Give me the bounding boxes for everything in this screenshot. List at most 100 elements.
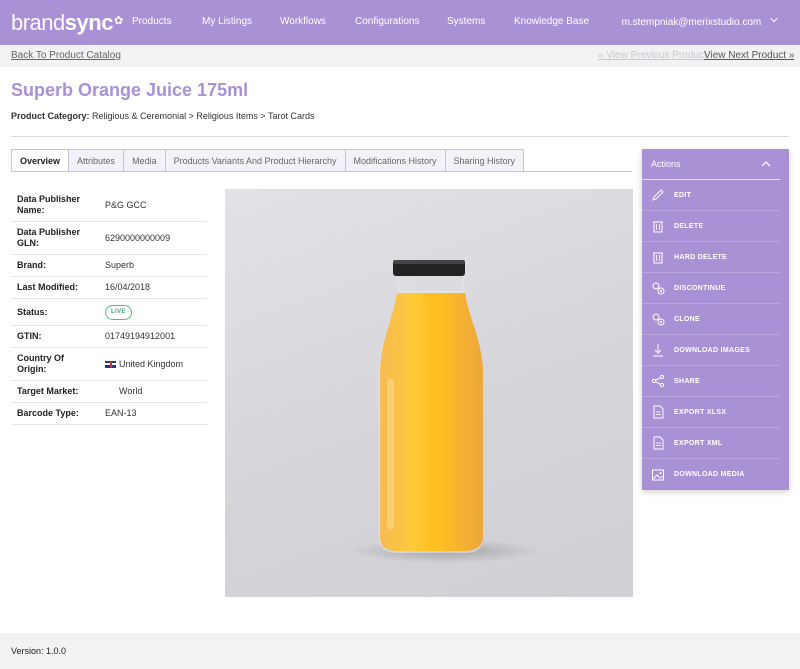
- tabs-baseline: [11, 171, 632, 172]
- uk-flag-icon: [105, 360, 116, 368]
- logo-text-brand: brand: [11, 10, 65, 35]
- product-details-table: Data Publisher Name: P&G GCC Data Publis…: [11, 189, 207, 425]
- detail-label: Data Publisher GLN:: [17, 227, 81, 248]
- brandsync-logo[interactable]: brand sync ✿: [11, 10, 123, 36]
- detail-value: United Kingdom: [100, 348, 207, 380]
- next-product-link[interactable]: View Next Product »: [704, 50, 794, 61]
- logo-cog-icon: ✿: [113, 14, 123, 27]
- tab-modifications-history[interactable]: Modifications History: [345, 149, 446, 172]
- discontinue-icon: [652, 282, 665, 295]
- table-row: Data Publisher Name: P&G GCC: [11, 189, 207, 222]
- product-navigation-bar: Back To Product Catalog « View Previous …: [0, 45, 800, 67]
- table-row: Status: LIVE: [11, 299, 207, 326]
- trash-icon: [653, 252, 663, 264]
- actions-panel: Actions EDIT DELETE HARD DELETE DISCONTI…: [642, 149, 789, 490]
- clone-action[interactable]: CLONE: [642, 304, 780, 335]
- tab-attributes[interactable]: Attributes: [69, 149, 125, 172]
- table-row: Country Of Origin: United Kingdom: [11, 348, 207, 381]
- download-images-action[interactable]: DOWNLOAD IMAGES: [642, 335, 780, 366]
- actions-header[interactable]: Actions: [642, 149, 780, 180]
- detail-value: 16/04/2018: [105, 282, 151, 292]
- image-icon: [652, 469, 664, 480]
- detail-value: LIVE: [100, 299, 207, 325]
- download-icon: [653, 344, 663, 357]
- table-row: Target Market: World: [11, 381, 207, 403]
- chevron-up-icon: [761, 161, 771, 167]
- tab-sharing-history[interactable]: Sharing History: [445, 149, 525, 172]
- logo-text-sync: sync: [64, 10, 114, 35]
- share-action[interactable]: SHARE: [642, 366, 780, 397]
- tab-media[interactable]: Media: [124, 149, 166, 172]
- action-label: DELETE: [674, 222, 704, 230]
- back-to-catalog-link[interactable]: Back To Product Catalog: [11, 50, 121, 61]
- tab-product-variants[interactable]: Products Variants And Product Hierarchy: [165, 149, 346, 172]
- action-label: CLONE: [674, 315, 700, 323]
- action-label: EXPORT XML: [674, 439, 723, 447]
- status-badge: LIVE: [105, 304, 132, 320]
- download-media-action[interactable]: DOWNLOAD MEDIA: [642, 459, 780, 490]
- detail-value: World: [119, 386, 143, 396]
- export-xlsx-action[interactable]: EXPORT XLSX: [642, 397, 780, 428]
- detail-label: Status:: [17, 306, 48, 317]
- product-category-path: Religious & Ceremonial > Religious Items…: [92, 111, 315, 121]
- pencil-icon: [652, 189, 664, 201]
- version-text: Version: 1.0.0: [11, 646, 67, 656]
- action-label: DISCONTINUE: [674, 284, 726, 292]
- detail-label: Last Modified:: [17, 282, 78, 292]
- detail-label: GTIN:: [17, 331, 42, 341]
- detail-label: Brand:: [17, 260, 46, 270]
- nav-my-listings[interactable]: My Listings: [202, 16, 252, 27]
- trash-icon: [653, 221, 663, 233]
- detail-value: 6290000000009: [105, 232, 171, 243]
- actions-title: Actions: [651, 159, 681, 169]
- table-row: Last Modified: 16/04/2018: [11, 277, 207, 299]
- file-icon: [653, 436, 664, 450]
- product-category: Product Category: Religious & Ceremonial…: [11, 111, 314, 121]
- table-row: Brand: Superb: [11, 255, 207, 277]
- delete-action[interactable]: DELETE: [642, 211, 780, 242]
- nav-workflows[interactable]: Workflows: [280, 16, 326, 27]
- previous-product-link[interactable]: « View Previous Product: [598, 50, 707, 61]
- product-category-label: Product Category:: [11, 111, 90, 121]
- nav-knowledge-base[interactable]: Knowledge Base: [514, 16, 589, 27]
- action-label: DOWNLOAD MEDIA: [674, 471, 745, 478]
- header-divider: [11, 136, 789, 137]
- nav-systems[interactable]: Systems: [447, 16, 485, 27]
- top-navigation-bar: brand sync ✿ Products My Listings Workflow…: [0, 0, 800, 45]
- discontinue-action[interactable]: DISCONTINUE: [642, 273, 780, 304]
- action-label: EXPORT XLSX: [674, 408, 727, 416]
- action-label: EDIT: [674, 191, 692, 199]
- chevron-down-icon: [770, 18, 778, 23]
- detail-label: Barcode Type:: [17, 408, 79, 418]
- product-title: Superb Orange Juice 175ml: [11, 80, 249, 100]
- nav-products[interactable]: Products: [132, 16, 171, 27]
- orange-juice-bottle-illustration: [350, 260, 540, 563]
- detail-value: Superb: [105, 260, 135, 270]
- table-row: Barcode Type: EAN-13: [11, 403, 207, 425]
- product-tabs: Overview Attributes Media Products Varia…: [11, 149, 525, 172]
- user-email: m.stempniak@merixstudio.com: [621, 17, 762, 28]
- detail-label: Data Publisher Name:: [17, 194, 81, 215]
- tab-overview[interactable]: Overview: [11, 149, 70, 172]
- detail-value: P&G GCC: [105, 199, 147, 210]
- action-label: HARD DELETE: [674, 253, 728, 261]
- nav-configurations[interactable]: Configurations: [355, 16, 419, 27]
- footer: Version: 1.0.0: [0, 633, 800, 669]
- export-xml-action[interactable]: EXPORT XML: [642, 428, 780, 459]
- user-menu[interactable]: m.stempniak@merixstudio.com: [622, 16, 778, 28]
- detail-label: Target Market:: [17, 386, 79, 396]
- action-label: SHARE: [674, 377, 701, 385]
- action-label: DOWNLOAD IMAGES: [674, 346, 751, 354]
- clone-icon: [652, 313, 665, 326]
- country-name: United Kingdom: [119, 358, 184, 369]
- detail-label: Country Of Origin:: [17, 353, 64, 374]
- table-row: Data Publisher GLN: 6290000000009: [11, 222, 207, 255]
- detail-value: EAN-13: [105, 408, 137, 418]
- table-row: GTIN: 01749194912001: [11, 326, 207, 348]
- edit-action[interactable]: EDIT: [642, 180, 780, 211]
- file-icon: [653, 405, 664, 419]
- share-icon: [651, 374, 665, 388]
- hard-delete-action[interactable]: HARD DELETE: [642, 242, 780, 273]
- product-image: [225, 189, 633, 597]
- detail-value: 01749194912001: [105, 331, 176, 341]
